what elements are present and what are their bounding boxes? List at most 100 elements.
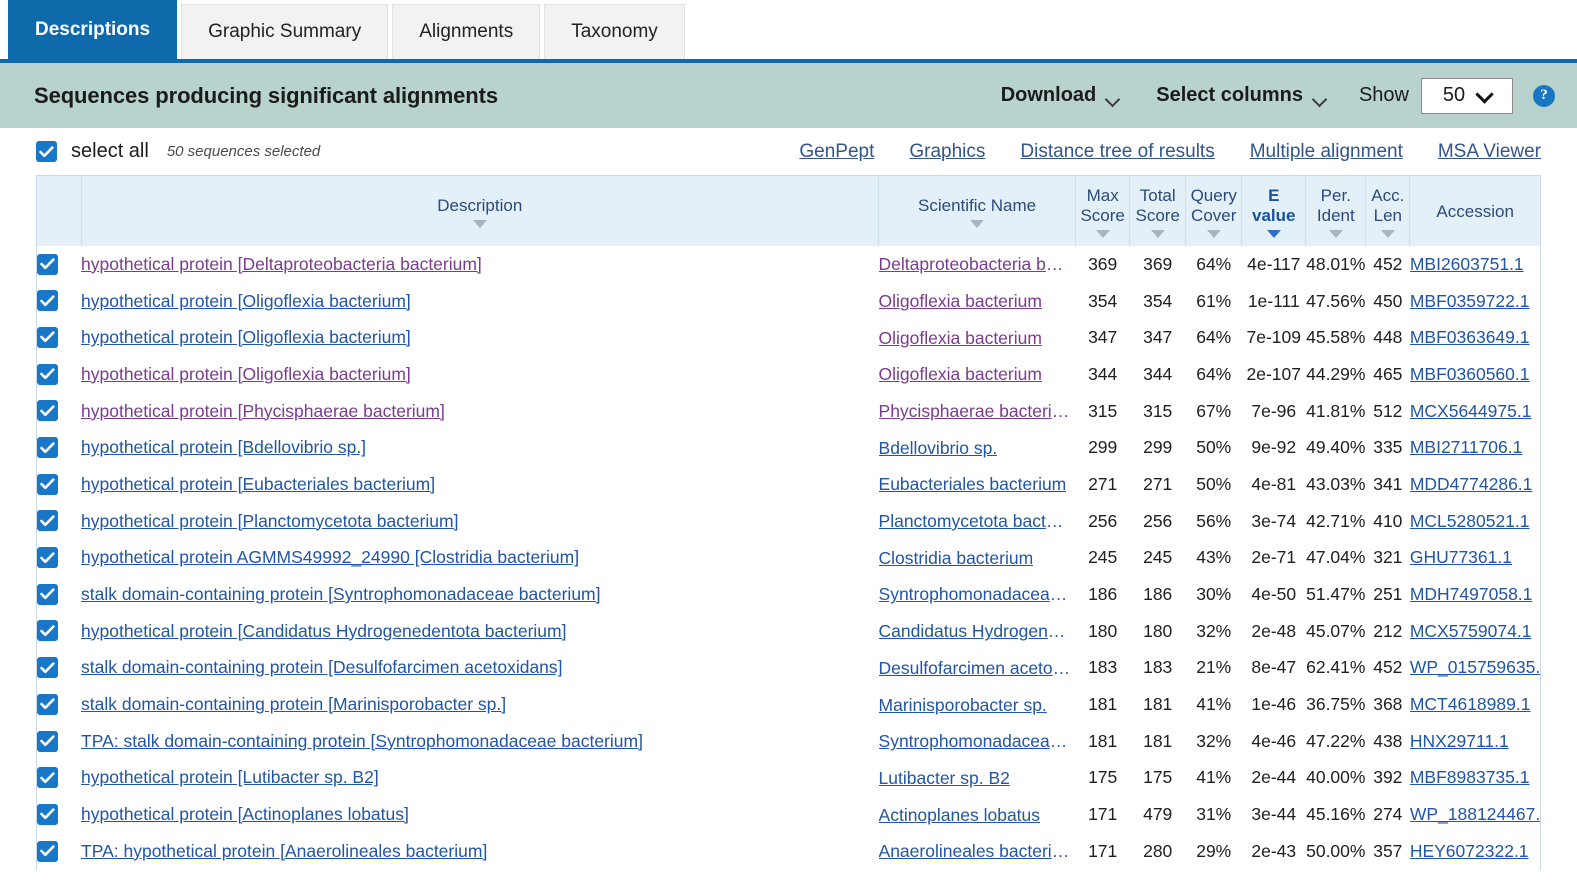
sort-arrow-icon-active[interactable]	[1266, 230, 1281, 239]
description-link[interactable]: hypothetical protein [Oligoflexia bacter…	[81, 327, 411, 347]
accession-link[interactable]: MBI2711706.1	[1410, 437, 1523, 457]
row-accession-cell: MBF8983735.1	[1410, 760, 1540, 797]
row-checkbox[interactable]	[37, 657, 58, 679]
scientific-name-link[interactable]: Oligoflexia bacterium	[879, 328, 1042, 349]
scientific-name-link[interactable]: Deltaproteobacteria bact...	[879, 254, 1072, 275]
accession-link[interactable]: MDD4774286.1	[1410, 474, 1533, 494]
description-link[interactable]: stalk domain-containing protein [Marinis…	[81, 694, 506, 714]
tab-alignments[interactable]: Alignments	[392, 4, 541, 59]
header-description[interactable]: Description	[81, 176, 880, 246]
download-menu[interactable]: Download	[983, 84, 1139, 107]
scientific-name-link[interactable]: Oligoflexia bacterium	[879, 291, 1042, 312]
scientific-name-link[interactable]: Planctomycetota bacterium	[879, 511, 1072, 532]
tab-graphic-summary[interactable]: Graphic Summary	[181, 4, 389, 59]
header-per-ident[interactable]: Per. Ident	[1305, 176, 1367, 246]
row-checkbox[interactable]	[37, 253, 58, 275]
accession-link[interactable]: MCX5644975.1	[1410, 401, 1532, 421]
tab-taxonomy[interactable]: Taxonomy	[544, 4, 685, 59]
description-link[interactable]: TPA: hypothetical protein [Anaerolineale…	[81, 841, 487, 861]
multiple-alignment-link[interactable]: Multiple alignment	[1250, 141, 1403, 163]
genpept-link[interactable]: GenPept	[799, 141, 874, 163]
sort-arrow-icon[interactable]	[1328, 230, 1343, 239]
row-checkbox[interactable]	[37, 363, 58, 385]
msa-viewer-link[interactable]: MSA Viewer	[1438, 141, 1541, 163]
accession-link[interactable]: GHU77361.1	[1410, 547, 1512, 567]
accession-link[interactable]: HEY6072322.1	[1410, 841, 1529, 861]
help-icon[interactable]: ?	[1533, 84, 1555, 107]
header-scientific-name[interactable]: Scientific Name	[878, 176, 1077, 246]
accession-link[interactable]: MCL5280521.1	[1410, 511, 1530, 531]
scientific-name-link[interactable]: Syntrophomonadaceae b...	[879, 731, 1072, 752]
description-link[interactable]: hypothetical protein [Eubacteriales bact…	[81, 474, 435, 494]
description-link[interactable]: TPA: stalk domain-containing protein [Sy…	[81, 731, 643, 751]
sort-arrow-icon[interactable]	[1206, 230, 1221, 239]
scientific-name-link[interactable]: Actinoplanes lobatus	[879, 805, 1041, 826]
header-total-score[interactable]: Total Score	[1129, 176, 1187, 246]
description-link[interactable]: hypothetical protein [Lutibacter sp. B2]	[81, 767, 379, 787]
accession-link[interactable]: MBF0360560.1	[1410, 364, 1530, 384]
accession-link[interactable]: HNX29711.1	[1410, 731, 1509, 751]
scientific-name-link[interactable]: Lutibacter sp. B2	[879, 768, 1010, 789]
description-link[interactable]: hypothetical protein [Oligoflexia bacter…	[81, 291, 411, 311]
description-link[interactable]: hypothetical protein [Bdellovibrio sp.]	[81, 437, 366, 457]
description-link[interactable]: hypothetical protein AGMMS49992_24990 [C…	[81, 547, 579, 567]
scientific-name-link[interactable]: Candidatus Hydrogened...	[879, 621, 1072, 642]
accession-link[interactable]: MCX5759074.1	[1410, 621, 1532, 641]
description-link[interactable]: hypothetical protein [Phycisphaerae bact…	[81, 401, 445, 421]
row-checkbox[interactable]	[37, 767, 58, 789]
accession-link[interactable]: MBI2603751.1	[1410, 254, 1524, 274]
header-acc-len[interactable]: Acc. Len	[1365, 176, 1411, 246]
row-checkbox[interactable]	[37, 510, 58, 532]
row-checkbox[interactable]	[37, 583, 58, 605]
accession-link[interactable]: MBF0359722.1	[1410, 291, 1530, 311]
scientific-name-link[interactable]: Clostridia bacterium	[879, 548, 1034, 569]
sort-arrow-icon[interactable]	[1095, 230, 1110, 239]
accession-link[interactable]: MBF8983735.1	[1410, 767, 1530, 787]
row-checkbox[interactable]	[37, 840, 58, 862]
row-checkbox[interactable]	[37, 437, 58, 459]
description-link[interactable]: hypothetical protein [Oligoflexia bacter…	[81, 364, 411, 384]
accession-link[interactable]: WP_015759635.1	[1410, 657, 1540, 677]
scientific-name-link[interactable]: Syntrophomonadaceae b...	[879, 584, 1072, 605]
row-checkbox[interactable]	[37, 620, 58, 642]
scientific-name-link[interactable]: Bdellovibrio sp.	[879, 438, 998, 459]
graphics-link[interactable]: Graphics	[909, 141, 985, 163]
tab-descriptions[interactable]: Descriptions	[8, 0, 178, 59]
distance-tree-link[interactable]: Distance tree of results	[1020, 141, 1214, 163]
row-checkbox[interactable]	[37, 400, 58, 422]
description-link[interactable]: stalk domain-containing protein [Syntrop…	[81, 584, 600, 604]
row-checkbox[interactable]	[37, 730, 58, 752]
sort-arrow-icon[interactable]	[472, 220, 487, 229]
row-checkbox[interactable]	[37, 693, 58, 715]
accession-link[interactable]: MCT4618989.1	[1410, 694, 1531, 714]
select-columns-menu[interactable]: Select columns	[1138, 84, 1345, 107]
row-checkbox[interactable]	[37, 547, 58, 569]
sort-arrow-icon[interactable]	[970, 220, 985, 229]
accession-link[interactable]: MBF0363649.1	[1410, 327, 1530, 347]
accession-link[interactable]: MDH7497058.1	[1410, 584, 1533, 604]
description-link[interactable]: hypothetical protein [Actinoplanes lobat…	[81, 804, 409, 824]
header-query-cover[interactable]: Query Cover	[1185, 176, 1243, 246]
description-link[interactable]: hypothetical protein [Deltaproteobacteri…	[81, 254, 482, 274]
sort-arrow-icon[interactable]	[1380, 230, 1395, 239]
description-link[interactable]: stalk domain-containing protein [Desulfo…	[81, 657, 563, 677]
scientific-name-link[interactable]: Oligoflexia bacterium	[879, 364, 1042, 385]
description-link[interactable]: hypothetical protein [Candidatus Hydroge…	[81, 621, 566, 641]
header-e-value[interactable]: E value	[1241, 176, 1307, 246]
row-checkbox[interactable]	[37, 326, 58, 348]
scientific-name-link[interactable]: Phycisphaerae bacterium	[879, 401, 1072, 422]
row-checkbox[interactable]	[37, 803, 58, 825]
accession-link[interactable]: WP_188124467.1	[1410, 804, 1540, 824]
scientific-name-link[interactable]: Desulfofarcimen acetoxid...	[879, 658, 1072, 679]
header-max-score[interactable]: Max Score	[1075, 176, 1131, 246]
scientific-name-link[interactable]: Marinisporobacter sp.	[879, 695, 1047, 716]
header-scientific-name-label: Scientific Name	[918, 195, 1037, 215]
description-link[interactable]: hypothetical protein [Planctomycetota ba…	[81, 511, 458, 531]
row-checkbox[interactable]	[37, 473, 58, 495]
select-all-checkbox[interactable]	[36, 141, 57, 162]
scientific-name-link[interactable]: Anaerolineales bacterium	[879, 841, 1072, 862]
sort-arrow-icon[interactable]	[1150, 230, 1165, 239]
scientific-name-link[interactable]: Eubacteriales bacterium	[879, 474, 1067, 495]
show-count-select[interactable]: 50	[1421, 77, 1513, 114]
row-checkbox[interactable]	[37, 290, 58, 312]
